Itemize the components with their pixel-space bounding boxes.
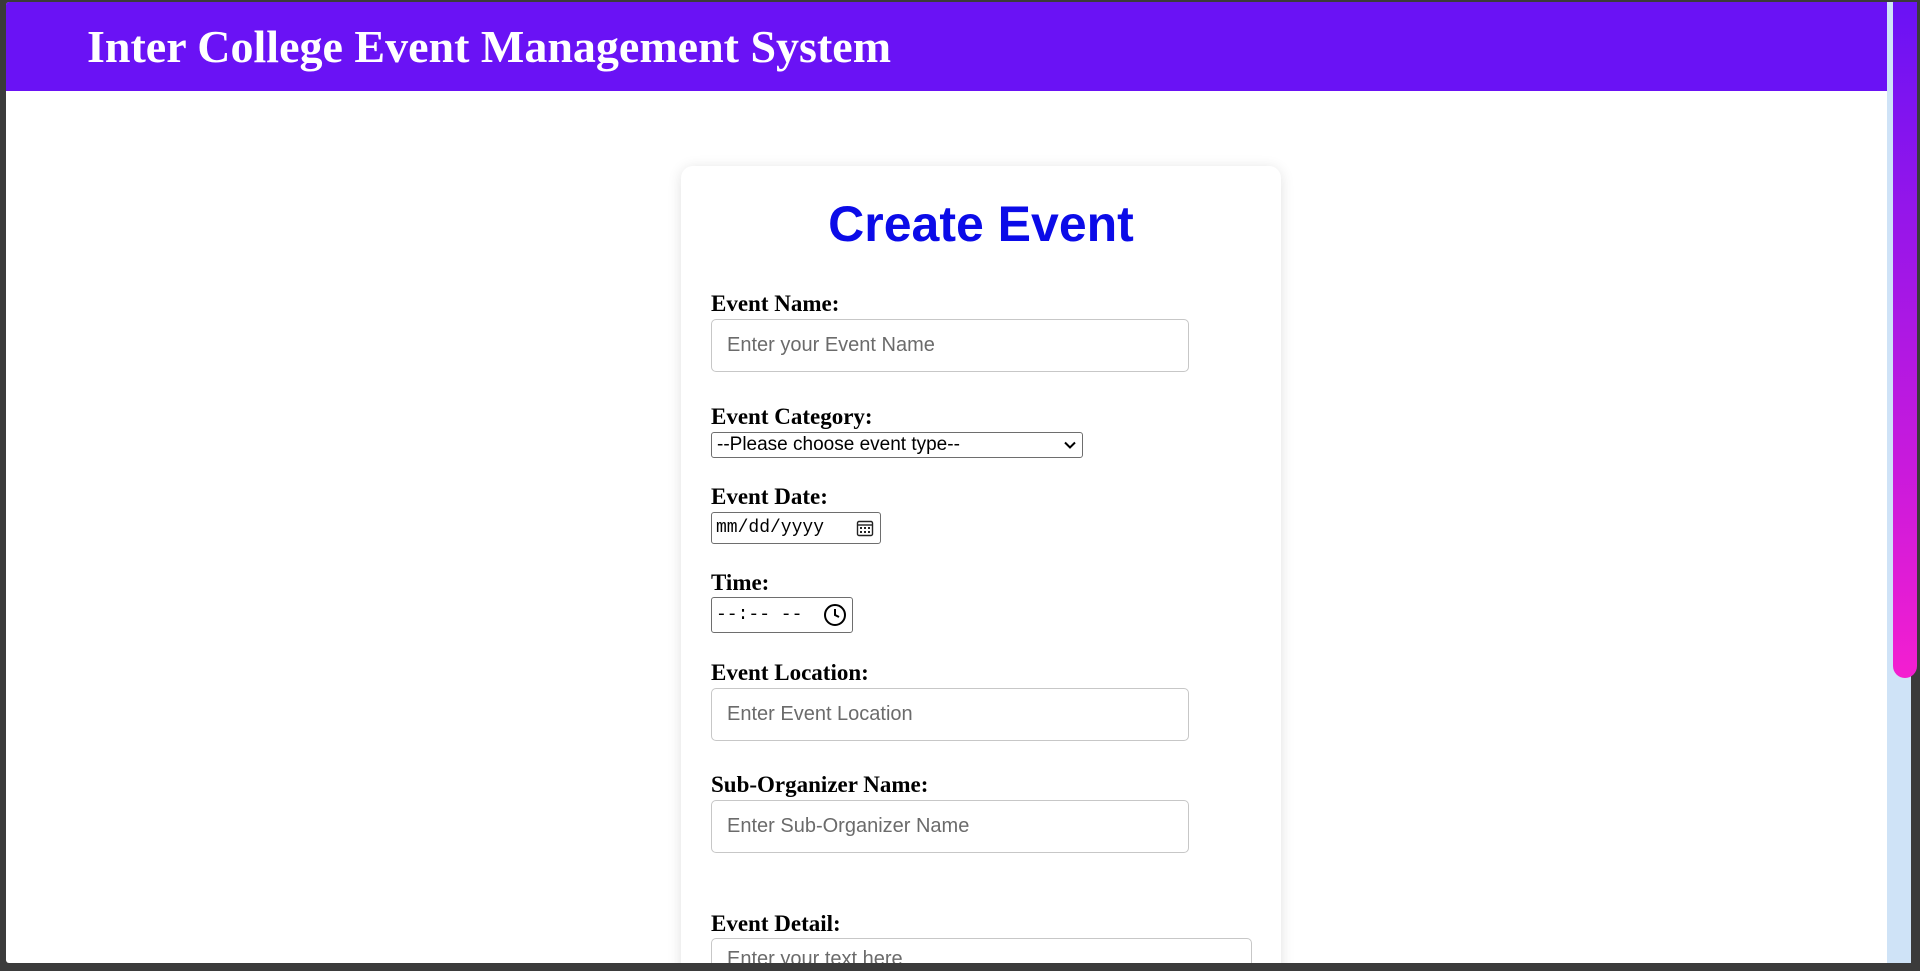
event-location-label: Event Location:: [711, 660, 869, 685]
create-event-form: Create Event Event Name: Enter your Even…: [681, 166, 1281, 963]
event-location-input[interactable]: Enter Event Location: [711, 688, 1189, 741]
event-category-selected-value: --Please choose event type--: [717, 434, 960, 455]
event-category-label: Event Category:: [711, 404, 873, 429]
event-date-value: mm/dd/yyyy: [716, 518, 825, 538]
chevron-down-icon: [1064, 441, 1076, 449]
event-detail-textarea[interactable]: Enter your text here: [711, 938, 1252, 963]
sub-organizer-input[interactable]: Enter Sub-Organizer Name: [711, 800, 1189, 853]
calendar-icon[interactable]: [856, 519, 874, 537]
form-title: Create Event: [828, 196, 1134, 252]
time-label: Time:: [711, 570, 770, 595]
sub-organizer-label: Sub-Organizer Name:: [711, 772, 929, 797]
event-name-input[interactable]: Enter your Event Name: [711, 319, 1189, 372]
clock-icon[interactable]: [823, 603, 847, 627]
event-time-input[interactable]: --:-- --: [711, 597, 853, 633]
site-title: Inter College Event Management System: [87, 21, 892, 72]
event-detail-label: Event Detail:: [711, 911, 841, 936]
event-time-value: --:-- --: [716, 605, 803, 625]
browser-viewport: Inter College Event Management System Cr…: [6, 2, 1893, 963]
event-date-input[interactable]: mm/dd/yyyy: [711, 512, 881, 544]
event-date-label: Event Date:: [711, 484, 828, 509]
event-category-select[interactable]: --Please choose event type--: [711, 432, 1083, 458]
site-header: Inter College Event Management System: [6, 2, 1893, 91]
event-name-label: Event Name:: [711, 291, 840, 316]
scrollbar-thumb[interactable]: [1893, 2, 1917, 678]
window-bottom-edge: [0, 963, 1920, 971]
